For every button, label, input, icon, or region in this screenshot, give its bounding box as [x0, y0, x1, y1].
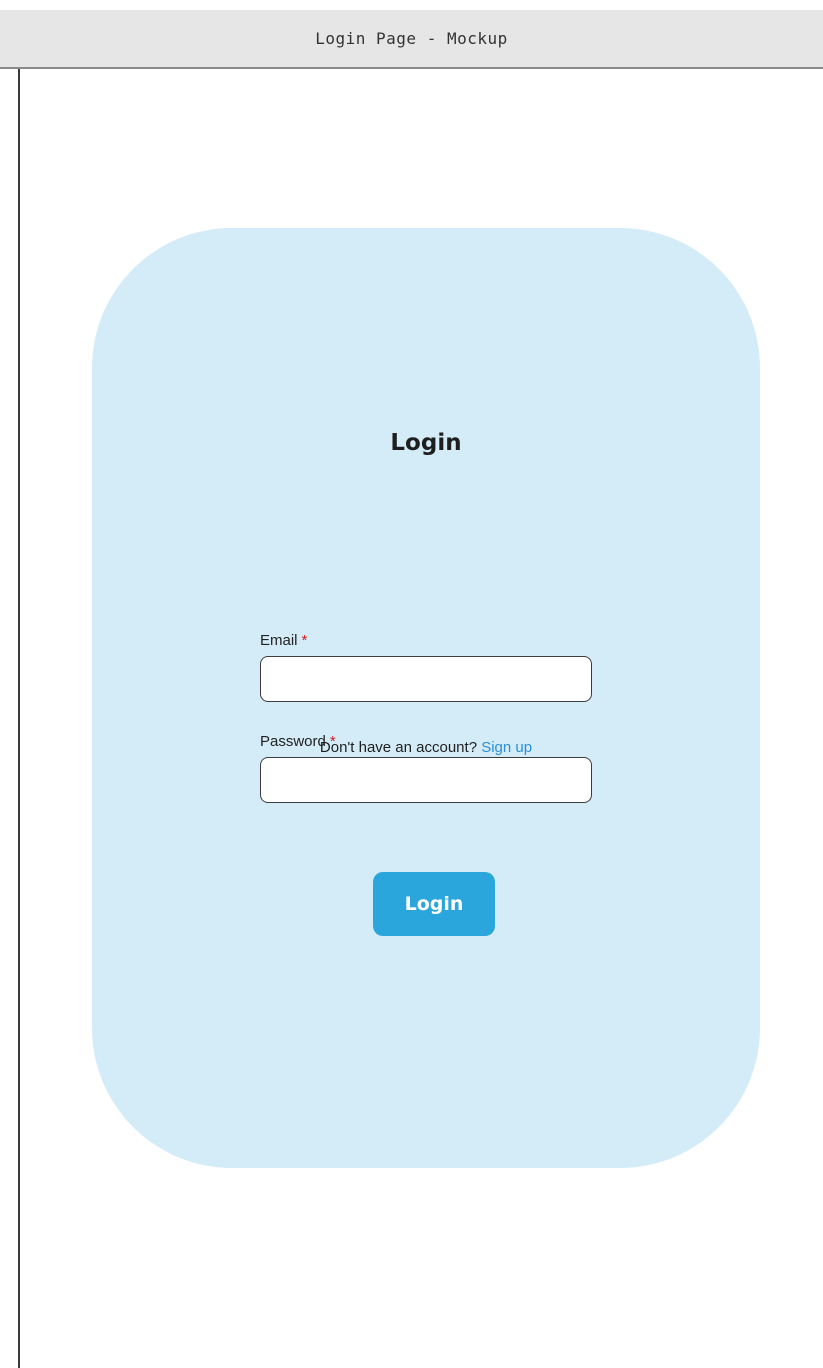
- email-required-marker: *: [301, 632, 308, 649]
- password-field[interactable]: [260, 757, 592, 803]
- signup-prompt-text: Don't have an account?: [319, 739, 478, 756]
- app-window: Login Page - Mockup Login Email * Passwor…: [0, 0, 823, 1368]
- email-label: Email *: [260, 632, 307, 649]
- signup-link[interactable]: Sign up: [481, 739, 532, 756]
- login-heading: Login: [390, 430, 462, 456]
- email-label-text: Email: [260, 632, 298, 649]
- title-bar: Login Page - Mockup: [0, 10, 823, 69]
- login-button[interactable]: Login: [373, 872, 495, 936]
- window-title: Login Page - Mockup: [315, 29, 508, 48]
- signup-prompt-line: Don't have an account? Sign up: [92, 739, 760, 756]
- login-card: Login Email * Password * Login: [92, 228, 760, 1168]
- email-field[interactable]: [260, 656, 592, 702]
- window-left-border: [18, 69, 20, 1368]
